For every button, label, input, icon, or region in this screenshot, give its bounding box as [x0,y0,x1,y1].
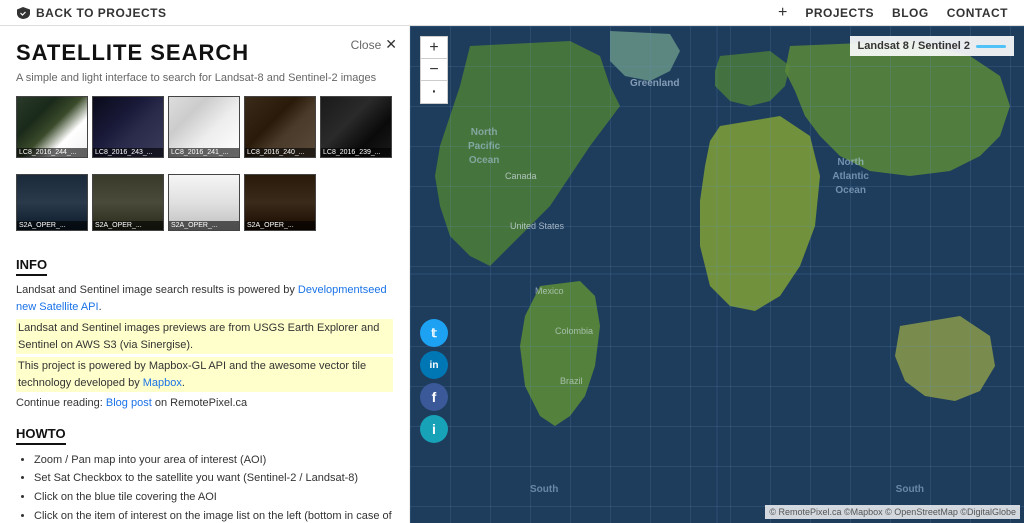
right-nav: + PROJECTS BLOG CONTACT [778,4,1008,22]
info-highlight-2: This project is powered by Mapbox-GL API… [16,357,393,392]
sat-image-6[interactable]: S2A_OPER_... [16,174,88,231]
panel-subtitle: A simple and light interface to search f… [16,72,393,84]
sat-image-2[interactable]: LC8_2016_243_... [92,96,164,158]
info-highlight-1: Landsat and Sentinel images previews are… [16,319,393,354]
sat-image-7[interactable]: S2A_OPER_... [92,174,164,231]
top-navigation: BACK TO PROJECTS + PROJECTS BLOG CONTACT [0,0,1024,26]
sat-label-9: S2A_OPER_... [245,221,315,230]
sat-label-2: LC8_2016_243_... [93,148,163,157]
howto-item-2: Set Sat Checkbox to the satellite you wa… [34,469,393,488]
linkedin-label: in [430,360,439,371]
blog-nav-link[interactable]: BLOG [892,6,929,20]
sat-label-8: S2A_OPER_... [169,221,239,230]
howto-item-4: Click on the item of interest on the ima… [34,507,393,523]
howto-title: HOWTO [16,426,66,445]
home-icon[interactable]: + [778,4,787,22]
sat-label-4: LC8_2016_240_... [245,148,315,157]
zoom-reset-button[interactable]: · [421,81,447,103]
zoom-out-button[interactable]: − [421,59,447,81]
howto-item-3: Click on the blue tile covering the AOI [34,488,393,507]
world-map [410,26,1024,523]
sat-label-6: S2A_OPER_... [17,221,87,230]
map-attribution: © RemotePixel.ca ©Mapbox © OpenStreetMap… [765,505,1020,519]
facebook-label: f [432,389,437,405]
satellite-image-grid: LC8_2016_244_... LC8_2016_243_... LC8_20… [16,96,393,158]
close-x-icon: ✕ [385,36,397,53]
back-to-projects-link[interactable]: BACK TO PROJECTS [16,6,166,20]
sat-image-5[interactable]: LC8_2016_239_... [320,96,392,158]
sat-image-3[interactable]: LC8_2016_241_... [168,96,240,158]
info-label: i [432,421,436,437]
twitter-label: 𝕥 [431,326,437,340]
info-text-continue: Continue reading: Blog post on RemotePix… [16,395,393,412]
sat-image-4[interactable]: LC8_2016_240_... [244,96,316,158]
info-section: INFO Landsat and Sentinel image search r… [16,247,393,412]
facebook-icon[interactable]: f [420,383,448,411]
map-legend: Landsat 8 / Sentinel 2 [850,36,1014,56]
left-panel: Close ✕ SATELLITE SEARCH A simple and li… [0,26,410,523]
info-title: INFO [16,257,47,276]
projects-nav-link[interactable]: PROJECTS [805,6,874,20]
mapbox-link[interactable]: Mapbox [143,377,182,389]
linkedin-icon[interactable]: in [420,351,448,379]
contact-nav-link[interactable]: CONTACT [947,6,1008,20]
blog-post-link[interactable]: Blog post [106,397,152,409]
back-label: BACK TO PROJECTS [36,6,166,20]
howto-item-1: Zoom / Pan map into your area of interes… [34,451,393,470]
howto-list: Zoom / Pan map into your area of interes… [16,451,393,523]
shield-icon [16,6,30,20]
zoom-in-button[interactable]: + [421,37,447,59]
sat-image-8[interactable]: S2A_OPER_... [168,174,240,231]
howto-section: HOWTO Zoom / Pan map into your area of i… [16,416,393,523]
legend-line [976,45,1006,48]
panel-close-button[interactable]: Close ✕ [351,36,397,53]
map-area[interactable]: Greenland NorthPacificOcean NorthAtlanti… [410,26,1024,523]
info-icon[interactable]: i [420,415,448,443]
sat-image-1[interactable]: LC8_2016_244_... [16,96,88,158]
sat-label-1: LC8_2016_244_... [17,148,87,157]
sat-label-7: S2A_OPER_... [93,221,163,230]
satellite-image-grid-2: S2A_OPER_... S2A_OPER_... S2A_OPER_... S… [16,174,393,231]
info-text-1: Landsat and Sentinel image search result… [16,282,393,315]
sat-image-9[interactable]: S2A_OPER_... [244,174,316,231]
legend-label: Landsat 8 / Sentinel 2 [858,40,970,52]
main-layout: Close ✕ SATELLITE SEARCH A simple and li… [0,26,1024,523]
map-zoom-controls: + − · [420,36,448,104]
social-icons: 𝕥 in f i [420,319,448,443]
twitter-icon[interactable]: 𝕥 [420,319,448,347]
sat-label-5: LC8_2016_239_... [321,148,391,157]
sat-label-3: LC8_2016_241_... [169,148,239,157]
close-label: Close [351,38,382,52]
panel-title: SATELLITE SEARCH [16,40,393,66]
